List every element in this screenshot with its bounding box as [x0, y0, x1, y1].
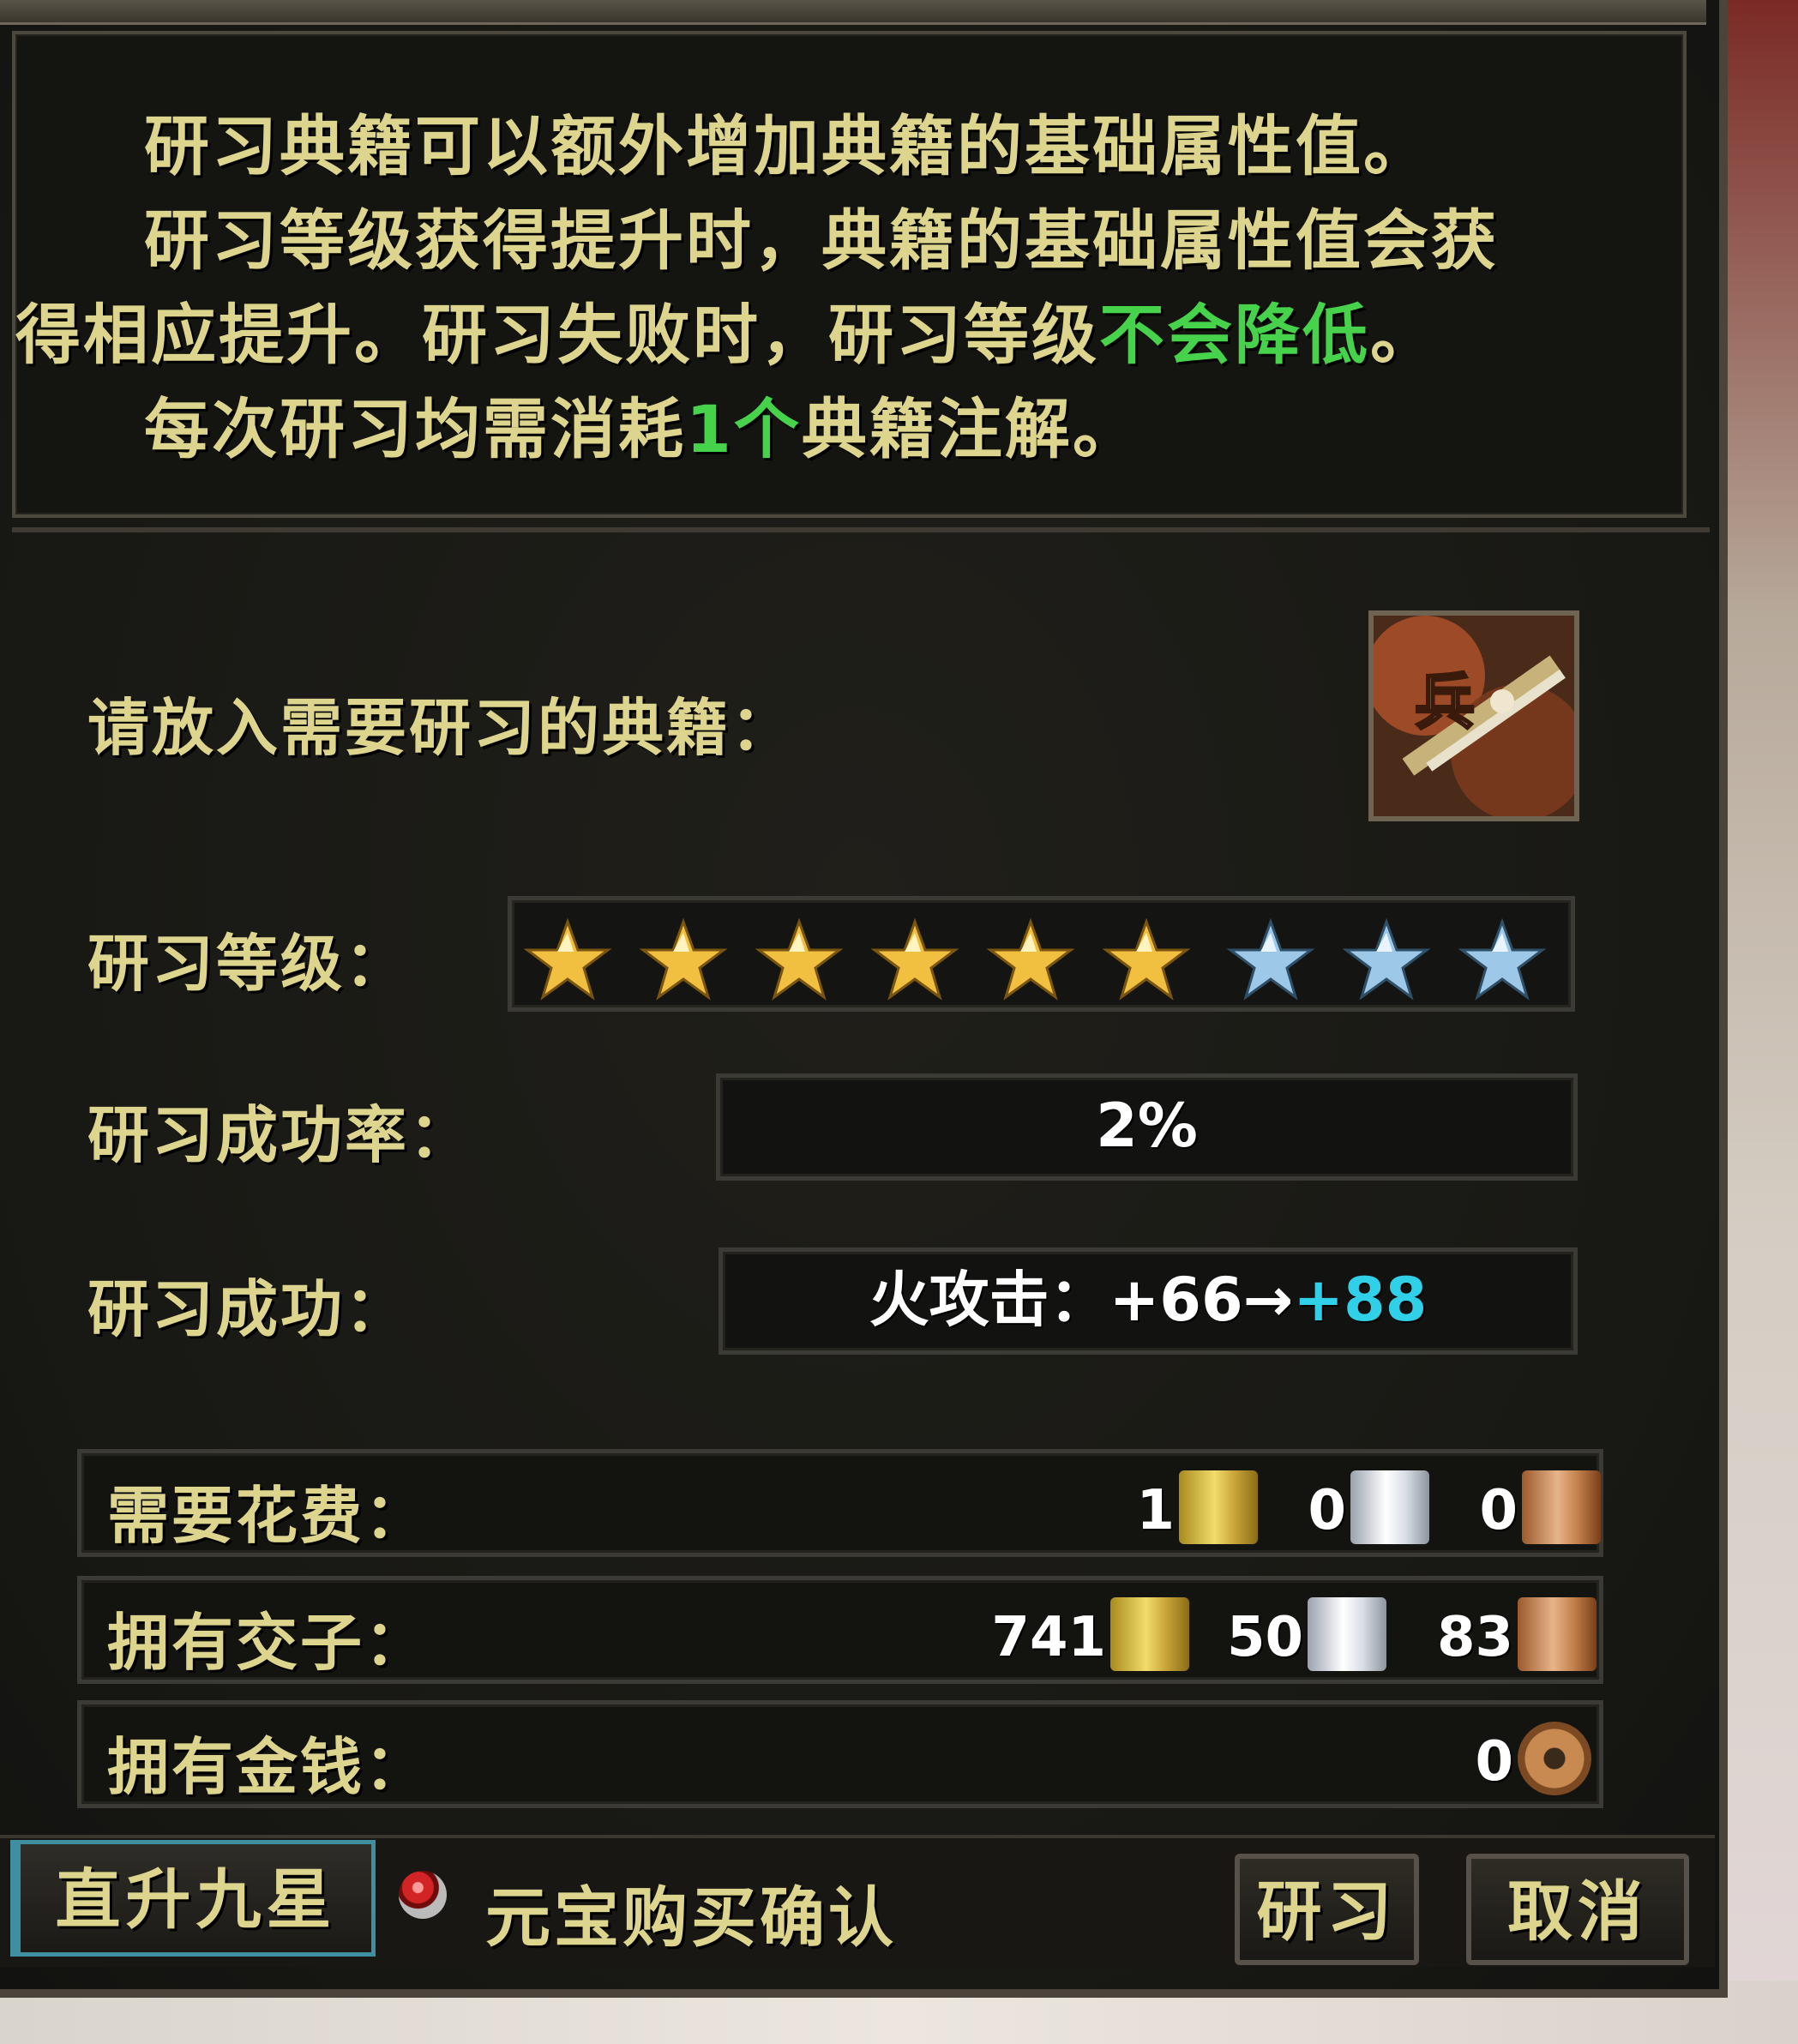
intro-line-4: 每次研习均需消耗1个典籍注解。 — [144, 391, 1140, 468]
level-star-bar — [508, 896, 1575, 1012]
intro-line-1: 研习典籍可以额外增加典籍的基础属性值。 — [144, 108, 1431, 184]
cost-silver-amount: 0 — [1308, 1479, 1346, 1542]
bronze-ticket-icon — [1522, 1470, 1601, 1544]
cancel-button[interactable]: 取消 — [1466, 1854, 1689, 1965]
intro-line-4-prefix: 每次研习均需消耗 — [144, 391, 686, 467]
owned-gold-amount: 741 — [991, 1606, 1106, 1669]
section-divider — [12, 527, 1710, 532]
intro-line-3-prefix: 得相应提升。研习失败时，研习等级 — [15, 297, 1099, 373]
upgrade-nine-star-button[interactable]: 直升九星 — [10, 1840, 376, 1957]
success-result-label: 研习成功： — [87, 1273, 410, 1345]
cost-label: 需要花费： — [107, 1480, 430, 1552]
ingot-purchase-confirm-radio[interactable] — [399, 1871, 447, 1919]
book-slot-label: 请放入需要研习的典籍： — [87, 692, 796, 764]
owned-tokens-label: 拥有交子： — [107, 1607, 430, 1679]
owned-bronze-amount: 83 — [1436, 1606, 1513, 1669]
success-rate-value: 2% — [716, 1073, 1578, 1181]
attr-arrow: → — [1242, 1265, 1294, 1335]
study-button[interactable]: 研习 — [1235, 1854, 1419, 1965]
book-item-glyph: 兵 — [1415, 667, 1475, 737]
silver-ticket-icon — [1350, 1470, 1429, 1544]
intro-line-3-suffix: 。 — [1370, 297, 1438, 373]
owned-money-label: 拥有金钱： — [107, 1731, 430, 1803]
attr-name: 火攻击： — [869, 1265, 1109, 1335]
owned-silver-amount: 50 — [1226, 1606, 1303, 1669]
star-filled-icon — [755, 917, 844, 1001]
silver-ticket-icon — [1308, 1597, 1386, 1671]
intro-line-2: 研习等级获得提升时，典籍的基础属性值会获 — [144, 202, 1499, 279]
intro-line-3: 得相应提升。研习失败时，研习等级不会降低。 — [15, 297, 1438, 374]
star-empty-icon — [1226, 917, 1315, 1001]
success-result-value: 火攻击：+66→+88 — [719, 1247, 1578, 1355]
background-scenery-right — [1723, 0, 1798, 2044]
star-filled-icon — [986, 917, 1075, 1001]
level-label: 研习等级： — [87, 928, 410, 1000]
attr-to: +88 — [1293, 1265, 1428, 1335]
intro-line-4-suffix: 典籍注解。 — [801, 391, 1140, 467]
owned-tokens-row: 拥有交子： 741 50 83 — [77, 1576, 1603, 1684]
cost-bronze-amount: 0 — [1479, 1479, 1518, 1542]
success-rate-label: 研习成功率： — [87, 1099, 474, 1171]
star-filled-icon — [639, 917, 728, 1001]
star-empty-icon — [1458, 917, 1547, 1001]
star-filled-icon — [523, 917, 612, 1001]
study-dialog: 研习典籍可以额外增加典籍的基础属性值。 研习等级获得提升时，典籍的基础属性值会获… — [0, 0, 1728, 1998]
intro-line-3-highlight: 不会降低 — [1099, 297, 1370, 373]
ingot-purchase-confirm-label: 元宝购买确认 — [485, 1879, 897, 1956]
intro-text-box: 研习典籍可以额外增加典籍的基础属性值。 研习等级获得提升时，典籍的基础属性值会获… — [12, 31, 1687, 518]
star-filled-icon — [870, 917, 959, 1001]
owned-money-row: 拥有金钱： 0 — [77, 1700, 1603, 1808]
cost-row: 需要花费： 1 0 0 — [77, 1449, 1603, 1557]
attr-from: +66 — [1109, 1265, 1243, 1335]
star-empty-icon — [1342, 917, 1431, 1001]
owned-money-amount: 0 — [1475, 1730, 1513, 1794]
dialog-top-trim — [0, 0, 1706, 25]
gold-ticket-icon — [1110, 1597, 1189, 1671]
intro-line-4-highlight: 1个 — [686, 391, 802, 467]
cost-gold-amount: 1 — [1136, 1479, 1175, 1542]
bronze-ticket-icon — [1518, 1597, 1597, 1671]
copper-coin-icon — [1518, 1722, 1591, 1795]
star-filled-icon — [1102, 917, 1191, 1001]
weapon-book-icon: 兵 — [1374, 616, 1574, 816]
gold-ticket-icon — [1179, 1470, 1258, 1544]
book-slot[interactable]: 兵 — [1368, 610, 1579, 821]
